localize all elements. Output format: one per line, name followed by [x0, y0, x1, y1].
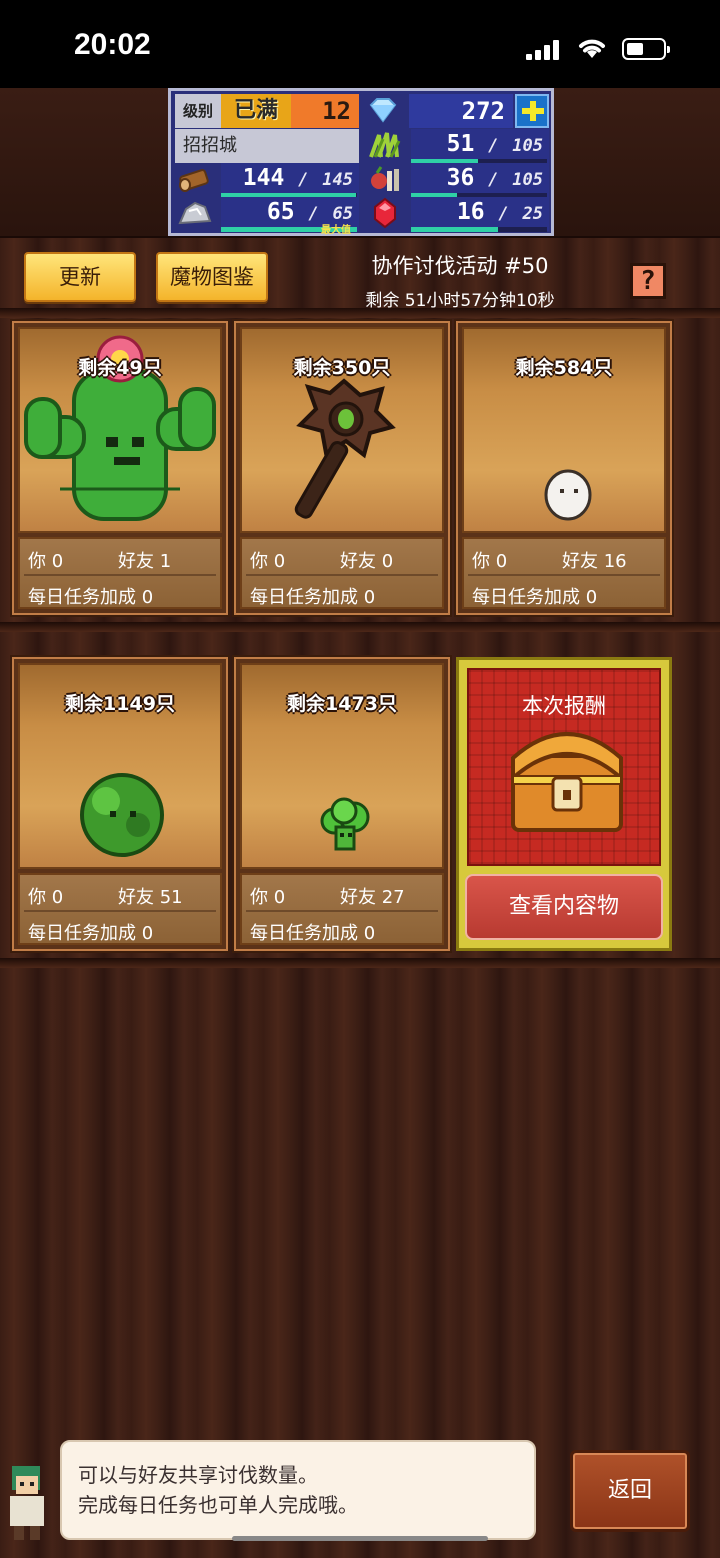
- ruby-bar: [411, 227, 547, 232]
- guide-character-avatar: [10, 1466, 44, 1540]
- guide-dialog: 可以与好友共享讨伐数量。 完成每日任务也可单人完成哦。: [60, 1440, 536, 1541]
- monster-card[interactable]: 剩余350只 你 0 好友 0 每日任务加成 0: [234, 321, 450, 615]
- remaining-count: 剩余350只: [293, 357, 391, 379]
- contribution-panel: 你 0 好友 27 每日任务加成 0: [240, 873, 444, 945]
- friend-kills: 好友 27: [340, 887, 405, 908]
- event-title: 协作讨伐活动 #50: [371, 254, 549, 278]
- ruby-icon: [374, 197, 396, 229]
- add-gems-button[interactable]: [515, 94, 549, 128]
- status-bar: 20:02: [0, 0, 720, 88]
- ore-max-tag: 最大值: [321, 225, 351, 236]
- level-max-badge: 已满: [221, 94, 291, 128]
- gem-count: 272: [409, 94, 513, 128]
- wood-log-icon: [179, 169, 209, 192]
- shelf-divider: [0, 958, 720, 968]
- friend-kills: 好友 16: [562, 551, 627, 572]
- daily-bonus: 每日任务加成 0: [250, 923, 376, 944]
- contribution-panel: 你 0 好友 1 每日任务加成 0: [18, 537, 222, 609]
- wood-amount: 144 / 145: [221, 163, 359, 197]
- monster-card[interactable]: 剩余1473只 你 0 好友 27 每日任务加成 0: [234, 657, 450, 951]
- your-kills: 你 0: [250, 887, 286, 908]
- daily-bonus: 每日任务加成 0: [250, 587, 376, 608]
- resource-panel: 级别 已满 12 272 招招城 51 / 105 144 / 145 36 /…: [168, 88, 554, 236]
- refresh-button[interactable]: 更新: [24, 252, 136, 302]
- dialog-line-2: 完成每日任务也可单人完成哦。: [78, 1493, 358, 1517]
- food-icon: [371, 166, 399, 191]
- level-value: 12: [291, 94, 359, 128]
- reward-title: 本次报酬: [522, 694, 606, 718]
- help-button[interactable]: ?: [630, 263, 666, 299]
- remaining-count: 剩余1473只: [287, 693, 397, 715]
- dialog-line-1: 可以与好友共享讨伐数量。: [78, 1463, 318, 1487]
- friend-kills: 好友 1: [118, 551, 172, 572]
- ruby-amount: 16 / 25: [411, 197, 549, 231]
- your-kills: 你 0: [472, 551, 508, 572]
- daily-bonus: 每日任务加成 0: [472, 587, 598, 608]
- shelf-divider: [0, 622, 720, 632]
- city-name: 招招城: [175, 129, 359, 163]
- your-kills: 你 0: [250, 551, 286, 572]
- remaining-count: 剩余49只: [78, 357, 162, 379]
- remaining-count: 剩余584只: [515, 357, 613, 379]
- contribution-panel: 你 0 好友 51 每日任务加成 0: [18, 873, 222, 945]
- your-kills: 你 0: [28, 551, 64, 572]
- clock: 20:02: [74, 28, 151, 61]
- diamond-icon: [369, 98, 397, 123]
- grass-amount: 51 / 105: [411, 129, 549, 163]
- battery-icon: [622, 38, 670, 60]
- cellular-signal-icon: [526, 40, 560, 60]
- monster-card[interactable]: 剩余1149只 你 0 好友 51 每日任务加成 0: [12, 657, 228, 951]
- reward-card: 本次报酬 查看内容物: [456, 657, 672, 951]
- monster-card[interactable]: 剩余584只 你 0 好友 16 每日任务加成 0: [456, 321, 672, 615]
- level-label: 级别: [175, 94, 221, 128]
- grass-icon: [369, 132, 401, 158]
- monster-card[interactable]: 剩余49只 你 0 好友 1 每日任务加成 0: [12, 321, 228, 615]
- friend-kills: 好友 0: [340, 551, 394, 572]
- remaining-count: 剩余1149只: [65, 693, 175, 715]
- daily-bonus: 每日任务加成 0: [28, 587, 154, 608]
- ore-rock-icon: [178, 201, 212, 225]
- shelf-divider: [0, 308, 720, 318]
- daily-bonus: 每日任务加成 0: [28, 923, 154, 944]
- back-button[interactable]: 返回: [570, 1450, 690, 1532]
- wifi-icon: [579, 39, 605, 58]
- view-contents-button[interactable]: 查看内容物: [465, 874, 663, 940]
- contribution-panel: 你 0 好友 16 每日任务加成 0: [462, 537, 666, 609]
- your-kills: 你 0: [28, 887, 64, 908]
- contribution-panel: 你 0 好友 0 每日任务加成 0: [240, 537, 444, 609]
- food-amount: 36 / 105: [411, 163, 549, 197]
- friend-kills: 好友 51: [118, 887, 183, 908]
- bestiary-button[interactable]: 魔物图鉴: [156, 252, 268, 302]
